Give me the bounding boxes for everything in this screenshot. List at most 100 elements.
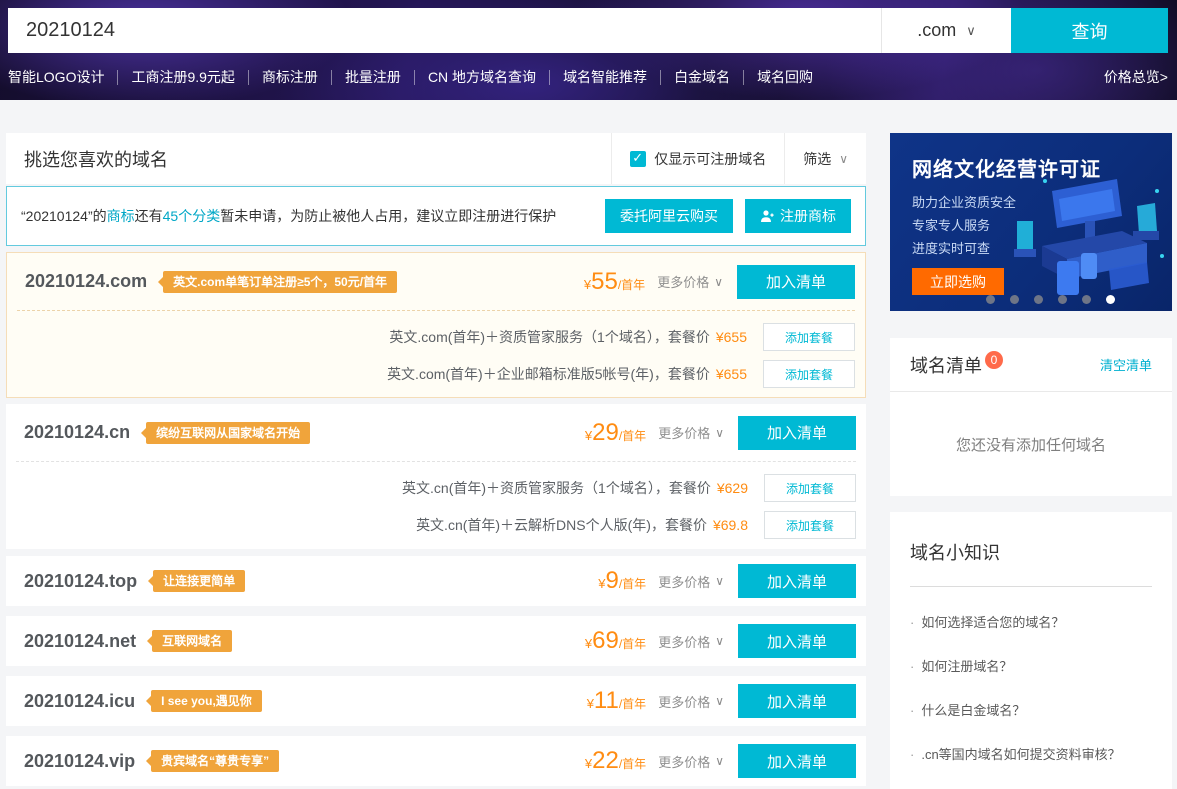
- more-prices-dropdown[interactable]: 更多价格 ∨: [657, 272, 723, 291]
- package-desc: 英文.com(首年)＋企业邮箱标准版5帐号(年)，套餐价: [387, 364, 710, 384]
- more-prices-dropdown[interactable]: 更多价格 ∨: [658, 423, 724, 442]
- nav-separator: [331, 70, 332, 85]
- package-row: 英文.com(首年)＋资质管家服务（1个域名），套餐价 ¥655 添加套餐: [17, 320, 855, 354]
- knowledge-link[interactable]: 如何注册域名？: [910, 656, 1152, 675]
- query-button[interactable]: 查询: [1011, 8, 1168, 53]
- register-trademark-label: 注册商标: [780, 206, 836, 226]
- buy-now-button[interactable]: 立即选购: [912, 268, 1004, 295]
- more-prices-label: 更多价格: [658, 423, 710, 442]
- domain-main-row: 20210124.net 互联网域名 ¥ 69 /首年 更多价格 ∨ 加入清单: [6, 616, 866, 666]
- nav-item-business-reg[interactable]: 工商注册9.9元起: [131, 67, 234, 87]
- add-package-button[interactable]: 添加套餐: [763, 323, 855, 351]
- nav-item-batch-reg[interactable]: 批量注册: [345, 67, 401, 87]
- promo-banner[interactable]: 网络文化经营许可证 助力企业资质安全 专家专人服务 进度实时可查 立即选购: [890, 133, 1172, 311]
- add-to-list-button[interactable]: 加入清单: [738, 744, 856, 778]
- chevron-down-icon: ∨: [714, 275, 723, 289]
- package-desc: 英文.cn(首年)＋云解析DNS个人版(年)，套餐价: [416, 515, 707, 535]
- add-to-list-button[interactable]: 加入清单: [737, 265, 855, 299]
- trademark-notice-text: “20210124”的商标还有45个分类暂未申请，为防止被他人占用，建议立即注册…: [21, 206, 556, 226]
- knowledge-link[interactable]: 什么是白金域名？: [910, 700, 1152, 719]
- knowledge-link[interactable]: .cn等国内域名如何提交资料审核？: [910, 744, 1152, 763]
- isometric-servers-illustration: [997, 161, 1172, 311]
- package-desc: 英文.com(首年)＋资质管家服务（1个域名），套餐价: [389, 327, 709, 347]
- trademark-text-part2: 还有: [135, 208, 163, 224]
- filter-dropdown[interactable]: 筛选 ∨: [784, 133, 866, 184]
- banner-title: 网络文化经营许可证: [912, 153, 1101, 182]
- trademark-link[interactable]: 商标: [107, 208, 135, 224]
- package-list: 英文.com(首年)＋资质管家服务（1个域名），套餐价 ¥655 添加套餐 英文…: [17, 310, 855, 398]
- add-to-list-button[interactable]: 加入清单: [738, 624, 856, 658]
- carousel-dot[interactable]: [1082, 295, 1091, 304]
- carousel-dot-active[interactable]: [1106, 295, 1115, 304]
- carousel-dot[interactable]: [1010, 295, 1019, 304]
- trademark-text-part1: “20210124”的: [21, 208, 107, 224]
- nav-separator: [549, 70, 550, 85]
- price-amount: 29: [592, 419, 619, 447]
- nav-separator: [414, 70, 415, 85]
- currency-symbol: ¥: [598, 576, 605, 591]
- trademark-text-part3: 暂未申请，为防止被他人占用，建议立即注册进行保护: [220, 208, 556, 224]
- clear-cart-link[interactable]: 清空清单: [1100, 355, 1152, 374]
- currency-symbol: ¥: [585, 756, 592, 771]
- add-to-list-button[interactable]: 加入清单: [738, 416, 856, 450]
- search-input[interactable]: [8, 8, 881, 53]
- trademark-categories-link[interactable]: 45个分类: [163, 208, 221, 224]
- domain-main-row: 20210124.cn 缤纷互联网从国家域名开始 ¥ 29 /首年 更多价格 ∨…: [6, 404, 866, 461]
- domain-price: ¥ 29 /首年: [585, 419, 646, 447]
- package-price: ¥629: [717, 480, 748, 496]
- domain-row-cn: 20210124.cn 缤纷互联网从国家域名开始 ¥ 29 /首年 更多价格 ∨…: [6, 404, 866, 549]
- more-prices-label: 更多价格: [658, 572, 710, 591]
- add-package-button[interactable]: 添加套餐: [763, 360, 855, 388]
- domain-name: 20210124.com: [25, 271, 147, 292]
- domain-main-row: 20210124.icu I see you,遇见你 ¥ 11 /首年 更多价格…: [6, 676, 866, 726]
- more-prices-dropdown[interactable]: 更多价格 ∨: [658, 632, 724, 651]
- banner-subtitle: 助力企业资质安全 专家专人服务 进度实时可查: [912, 191, 1016, 260]
- price-overview-link[interactable]: 价格总览>: [1104, 67, 1168, 87]
- checkbox-checked-icon[interactable]: [630, 151, 646, 167]
- carousel-dot[interactable]: [1034, 295, 1043, 304]
- carousel-dot[interactable]: [986, 295, 995, 304]
- register-trademark-button[interactable]: 注册商标: [745, 199, 851, 233]
- knowledge-link[interactable]: 如何选择适合您的域名？: [910, 612, 1152, 631]
- package-list: 英文.cn(首年)＋资质管家服务（1个域名），套餐价 ¥629 添加套餐 英文.…: [16, 461, 856, 549]
- promo-badge: 缤纷互联网从国家域名开始: [146, 422, 310, 444]
- nav-item-logo-design[interactable]: 智能LOGO设计: [8, 67, 104, 87]
- more-prices-label: 更多价格: [657, 272, 709, 291]
- cart-title: 域名清单: [910, 352, 982, 378]
- price-amount: 9: [605, 567, 618, 595]
- carousel-dot[interactable]: [1058, 295, 1067, 304]
- price-amount: 11: [594, 687, 619, 715]
- add-to-list-button[interactable]: 加入清单: [738, 684, 856, 718]
- add-package-button[interactable]: 添加套餐: [764, 511, 856, 539]
- more-prices-dropdown[interactable]: 更多价格 ∨: [658, 752, 724, 771]
- nav-item-platinum-domain[interactable]: 白金域名: [674, 67, 730, 87]
- domain-row-net: 20210124.net 互联网域名 ¥ 69 /首年 更多价格 ∨ 加入清单: [6, 616, 866, 666]
- nav-item-cn-local-query[interactable]: CN 地方域名查询: [428, 67, 536, 87]
- chevron-down-icon: ∨: [715, 574, 724, 588]
- nav-separator: [743, 70, 744, 85]
- promo-badge: 贵宾域名“尊贵专享”: [151, 750, 279, 772]
- add-to-list-button[interactable]: 加入清单: [738, 564, 856, 598]
- nav-item-smart-recommend[interactable]: 域名智能推荐: [563, 67, 647, 87]
- domain-main-row: 20210124.vip 贵宾域名“尊贵专享” ¥ 22 /首年 更多价格 ∨ …: [6, 736, 866, 786]
- domain-name: 20210124.net: [24, 631, 136, 652]
- banner-line-2: 专家专人服务: [912, 214, 1016, 237]
- nav-separator: [117, 70, 118, 85]
- add-package-button[interactable]: 添加套餐: [764, 474, 856, 502]
- chevron-down-icon: ∨: [715, 754, 724, 768]
- price-unit: /首年: [619, 755, 646, 772]
- domain-name: 20210124.vip: [24, 751, 135, 772]
- package-price: ¥69.8: [713, 517, 748, 533]
- price-unit: /首年: [618, 276, 645, 293]
- cart-header: 域名清单 0 清空清单: [890, 338, 1172, 392]
- page-title: 挑选您喜欢的域名: [6, 146, 611, 172]
- entrust-aliyun-buy-button[interactable]: 委托阿里云购买: [605, 199, 733, 233]
- package-row: 英文.cn(首年)＋资质管家服务（1个域名），套餐价 ¥629 添加套餐: [16, 471, 856, 505]
- tld-select[interactable]: .com ∨: [881, 8, 1011, 53]
- nav-item-trademark-reg[interactable]: 商标注册: [262, 67, 318, 87]
- more-prices-dropdown[interactable]: 更多价格 ∨: [658, 692, 724, 711]
- domain-row-vip: 20210124.vip 贵宾域名“尊贵专享” ¥ 22 /首年 更多价格 ∨ …: [6, 736, 866, 786]
- more-prices-dropdown[interactable]: 更多价格 ∨: [658, 572, 724, 591]
- nav-item-domain-buyback[interactable]: 域名回购: [757, 67, 813, 87]
- only-available-checkbox-row[interactable]: 仅显示可注册域名: [611, 133, 784, 184]
